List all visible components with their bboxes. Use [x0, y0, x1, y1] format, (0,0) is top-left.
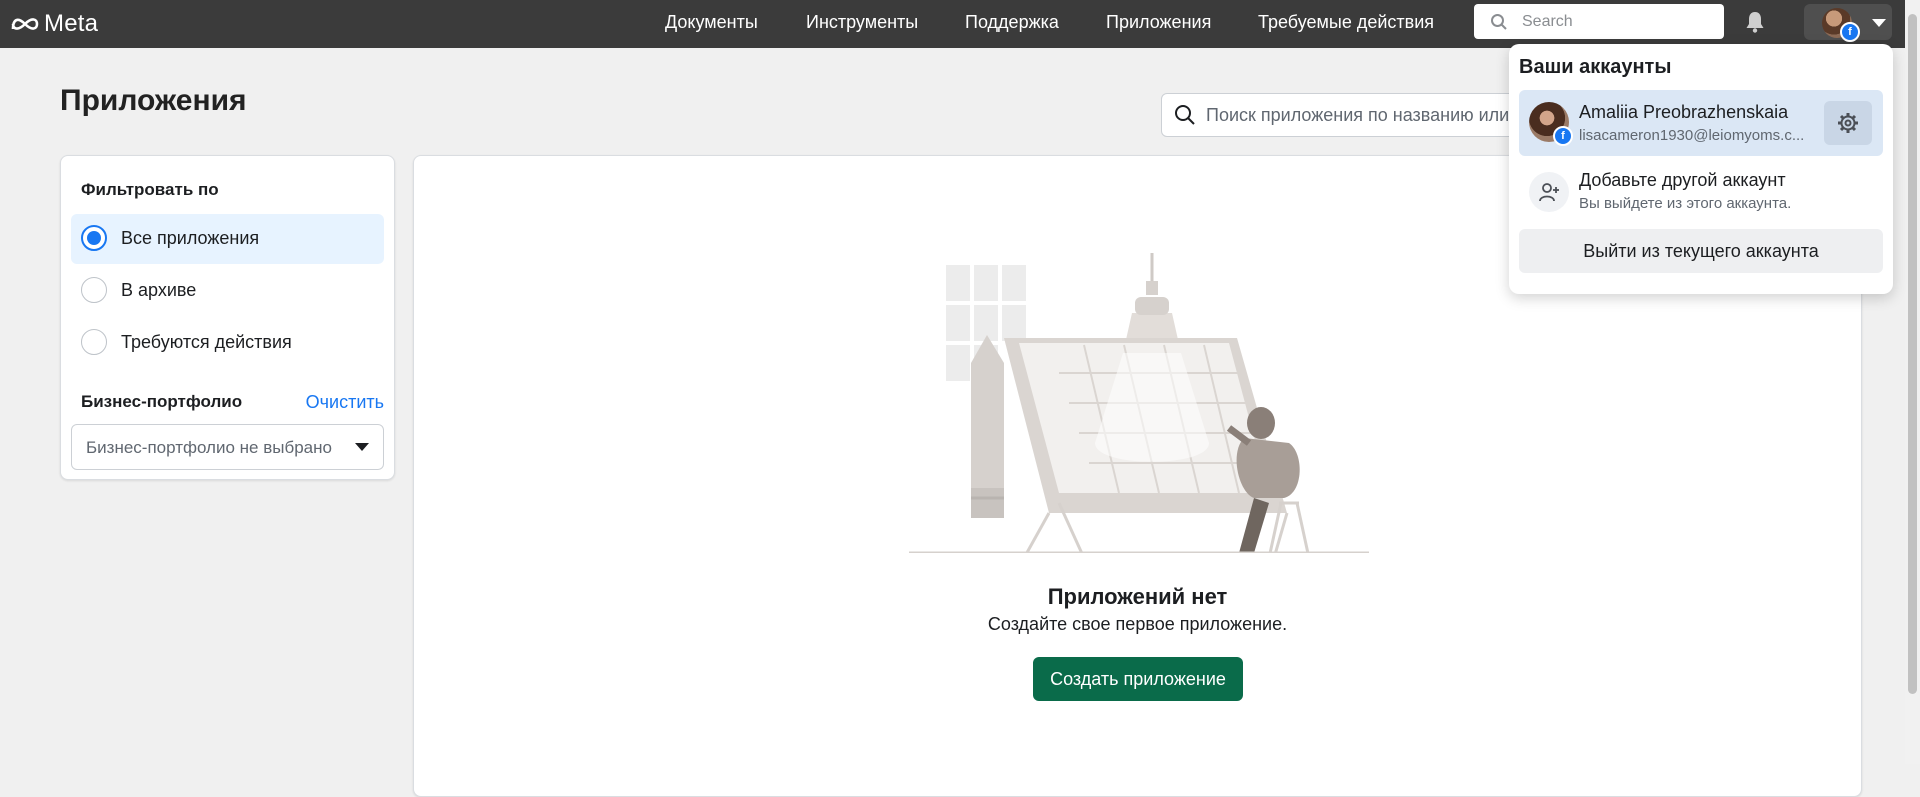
nav-required-actions[interactable]: Требуемые действия [1258, 0, 1434, 48]
filter-option-label: В архиве [121, 280, 197, 300]
nav-apps[interactable]: Приложения [1106, 0, 1211, 48]
filter-option-all-apps[interactable]: Все приложения [71, 214, 384, 264]
logout-button[interactable]: Выйти из текущего аккаунта [1519, 229, 1883, 273]
gear-icon [1838, 113, 1858, 133]
meta-logo[interactable]: Meta [10, 10, 98, 38]
filter-option-label: Требуются действия [121, 332, 292, 352]
filter-title: Фильтровать по [81, 180, 219, 199]
chevron-down-icon [355, 443, 369, 451]
facebook-badge-icon: f [1840, 22, 1860, 42]
filter-panel: Фильтровать по Все приложения В архиве Т… [60, 155, 395, 480]
filter-option-action-required[interactable]: Требуются действия [71, 318, 384, 368]
nav-tools[interactable]: Инструменты [806, 0, 918, 48]
account-menu-button[interactable]: f [1804, 4, 1892, 42]
add-person-icon-wrap [1529, 172, 1569, 212]
logo-text: Meta [44, 10, 99, 37]
app-search-placeholder: Поиск приложения по названию или I [1206, 105, 1520, 125]
empty-state-illustration [909, 253, 1369, 553]
business-portfolio-title: Бизнес-портфолио [81, 392, 243, 411]
add-account-row[interactable]: Добавьте другой аккаунт Вы выйдете из эт… [1519, 164, 1883, 220]
accounts-title: Ваши аккаунты [1519, 56, 1672, 78]
account-email: lisacameron1930@leiomyoms.c... [1579, 127, 1805, 144]
radio-icon[interactable] [81, 329, 107, 355]
search-icon [1175, 105, 1195, 125]
create-app-button[interactable]: Создать приложение [1033, 657, 1243, 701]
bell-icon[interactable] [1743, 10, 1767, 34]
filter-option-archived[interactable]: В архиве [71, 266, 384, 316]
account-name: Amaliia Preobrazhenskaia [1579, 102, 1789, 122]
nav-docs[interactable]: Документы [665, 0, 758, 48]
nav-support[interactable]: Поддержка [965, 0, 1059, 48]
scrollbar-thumb[interactable] [1908, 14, 1917, 694]
accounts-dropdown: Ваши аккаунты f Amaliia Preobrazhenskaia… [1509, 44, 1893, 294]
empty-state-subtitle: Создайте свое первое приложение. [987, 614, 1288, 634]
radio-icon[interactable] [81, 277, 107, 303]
clear-filter-link[interactable]: Очистить [306, 392, 384, 413]
add-person-icon [1539, 183, 1559, 202]
top-search-input[interactable]: Search [1474, 4, 1724, 39]
meta-logo-icon [11, 18, 39, 30]
account-settings-button[interactable] [1824, 101, 1872, 145]
business-portfolio-value: Бизнес-портфолио не выбрано [86, 438, 332, 457]
current-account-row[interactable]: f Amaliia Preobrazhenskaia lisacameron19… [1519, 90, 1883, 156]
radio-icon[interactable] [81, 225, 107, 251]
add-account-label: Добавьте другой аккаунт [1579, 170, 1786, 190]
top-search-placeholder: Search [1522, 13, 1573, 30]
add-account-sublabel: Вы выйдете из этого аккаунта. [1579, 195, 1792, 212]
page-title: Приложения [60, 84, 247, 117]
search-icon [1491, 14, 1507, 30]
facebook-badge-icon: f [1553, 126, 1573, 146]
app-search-input[interactable]: Поиск приложения по названию или I [1161, 93, 1543, 137]
filter-option-label: Все приложения [121, 228, 260, 248]
top-navigation-bar: Meta Документы Инструменты Поддержка При… [0, 0, 1905, 48]
business-portfolio-select[interactable]: Бизнес-портфолио не выбрано [71, 424, 384, 470]
empty-state-title: Приложений нет [1047, 584, 1228, 609]
chevron-down-icon [1872, 19, 1886, 27]
